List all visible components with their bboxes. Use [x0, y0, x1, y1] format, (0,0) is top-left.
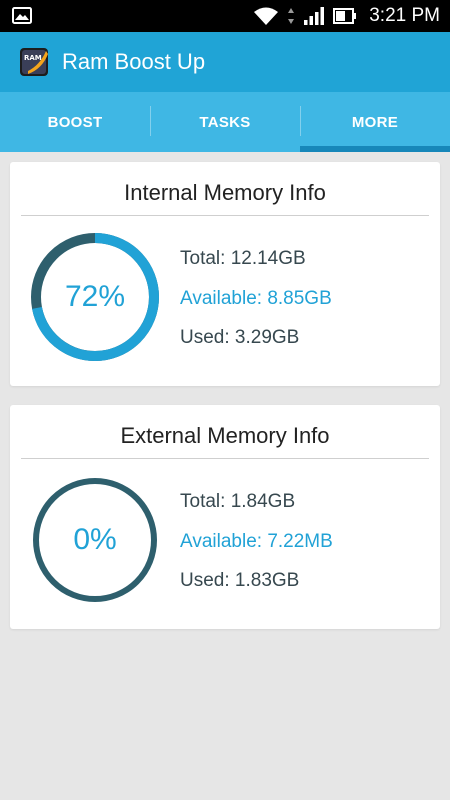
external-available: Available: 7.22MB	[180, 531, 333, 552]
tab-bar: BOOST TASKS MORE	[0, 92, 450, 152]
status-icons: 3:21 PM	[253, 0, 440, 32]
battery-icon	[333, 8, 357, 24]
tab-tasks[interactable]: TASKS	[150, 92, 300, 152]
internal-available: Available: 8.85GB	[180, 288, 332, 309]
status-bar: 3:21 PM	[0, 0, 450, 32]
wifi-icon	[254, 7, 279, 25]
external-percent: 0%	[73, 523, 117, 556]
status-time: 3:21 PM	[369, 5, 440, 26]
app-logo-text: RAM	[24, 54, 42, 62]
internal-memory-card: Internal Memory Info 72% Total: 12.14GB …	[10, 162, 440, 386]
external-memory-title: External Memory Info	[120, 423, 330, 448]
internal-memory-title: Internal Memory Info	[124, 180, 326, 205]
external-used: Used: 1.83GB	[180, 570, 300, 591]
app-bar: RAM Ram Boost Up	[0, 32, 450, 92]
external-memory-card: External Memory Info 0% Total: 1.84GB Av…	[10, 405, 440, 629]
image-icon	[12, 7, 32, 24]
app-title: Ram Boost Up	[62, 49, 206, 74]
signal-icon	[304, 7, 325, 25]
card-divider	[21, 458, 429, 459]
internal-percent: 72%	[64, 280, 126, 313]
internal-used: Used: 3.29GB	[180, 327, 300, 348]
internal-total: Total: 12.14GB	[180, 248, 306, 269]
app-logo-icon[interactable]: RAM	[18, 45, 52, 79]
tab-boost[interactable]: BOOST	[0, 92, 150, 152]
card-divider	[21, 215, 429, 216]
external-total: Total: 1.84GB	[180, 491, 296, 512]
tab-more[interactable]: MORE	[300, 92, 450, 152]
data-arrows-icon	[288, 8, 295, 24]
